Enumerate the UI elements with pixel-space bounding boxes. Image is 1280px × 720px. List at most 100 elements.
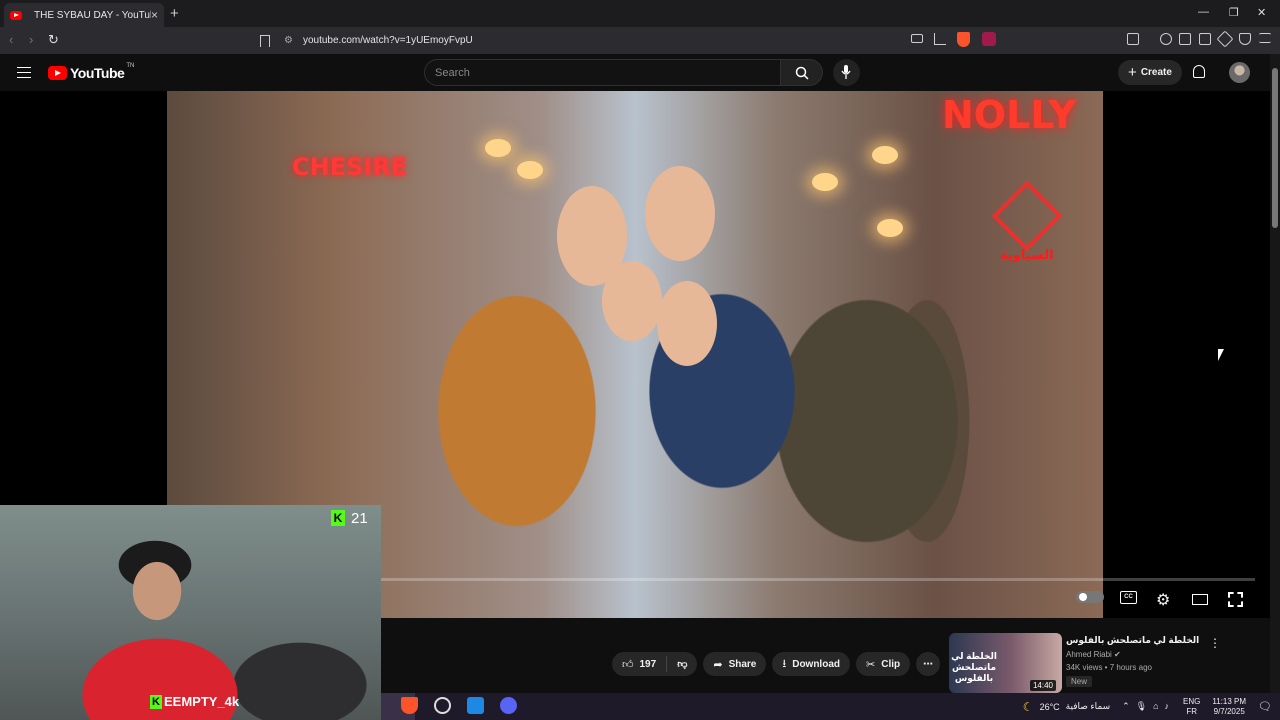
voice-search-button[interactable] [833,59,860,86]
media-icon[interactable] [1160,33,1172,45]
page-scrollbar[interactable] [1270,54,1280,694]
youtube-logo[interactable]: YouTube TN [48,63,135,81]
youtube-favicon-icon [10,10,22,20]
forward-button[interactable]: › [29,32,33,47]
reload-button[interactable]: ↻ [48,32,59,48]
plus-icon: + [1128,64,1137,81]
share-page-icon[interactable] [934,33,946,45]
window-close-button[interactable]: ✕ [1257,6,1266,19]
discord-taskbar-icon[interactable] [500,697,517,714]
sidebar-icon[interactable] [1179,33,1191,45]
download-button[interactable]: ⭳ Download [772,652,850,676]
bookmark-icon[interactable] [260,34,270,47]
url-text[interactable]: youtube.com/watch?v=1yUEmoyFvpU [303,35,473,46]
language-indicator[interactable]: ENG FR [1183,697,1200,717]
video-actions: 👍︎ 197 👎︎ ➦ Share ⭳ Download ✂ Clip ⋯ [612,652,941,676]
kick-icon: K [150,694,162,709]
like-icon: 👍︎ [622,658,634,671]
windows-taskbar: ☾ 26°C سماء صافية ⌃🎙︎⌂♪ ENG FR 11:13 PM 9/… [381,693,1280,720]
download-label: Download [792,658,840,670]
clip-icon: ✂ [866,658,876,671]
theater-mode-icon[interactable] [1192,594,1208,605]
address-bar[interactable]: ⚙ youtube.com/watch?v=1yUEmoyFvpU [250,30,1005,51]
shop-sign-left: CHESIRE [292,153,408,181]
create-label: Create [1140,67,1172,78]
autoplay-toggle[interactable] [1076,591,1104,603]
brave-rewards-icon[interactable] [982,32,996,46]
browser-menu-icon[interactable] [1259,33,1271,43]
app-taskbar-icon[interactable] [467,697,484,714]
streamer-name-tag: K EEMPTY_4k [150,694,239,709]
search-button[interactable] [781,59,823,86]
browser-tab-strip: THE SYBAU DAY - YouTube × + — ❐ ✕ [0,0,1280,27]
system-tray: ☾ 26°C سماء صافية ⌃🎙︎⌂♪ ENG FR 11:13 PM 9/… [1023,693,1280,720]
create-button[interactable]: + Create [1118,60,1182,85]
restore-button[interactable]: ❐ [1229,6,1239,19]
tab-close-icon[interactable]: × [151,8,158,22]
closed-captions-icon[interactable]: CC [1120,591,1137,604]
recommended-title[interactable]: الخلطة لي ماتصلحش بالفلوس [1066,635,1199,646]
kebab-menu-icon[interactable]: ⋮ [1209,636,1221,650]
minimize-button[interactable]: — [1198,6,1209,18]
search-input[interactable]: Search [424,59,781,86]
dislike-button[interactable]: 👎︎ [667,658,697,670]
tab-manager-icon[interactable] [1127,33,1139,45]
weather-condition[interactable]: سماء صافية [1066,701,1110,712]
verified-icon: ✔ [1114,650,1121,659]
streamer-name: EEMPTY_4k [164,694,240,709]
video-progress-bar[interactable] [381,578,1255,581]
browser-tab-youtube[interactable]: THE SYBAU DAY - YouTube × [4,3,164,27]
download-icon: ⭳ [782,657,787,670]
like-count: 197 [639,658,657,670]
shop-sign-right: NOLLY [942,93,1077,137]
viewer-count: 21 [351,509,368,527]
avatar[interactable] [1229,62,1250,83]
fullscreen-icon[interactable] [1228,592,1243,607]
recommended-meta: 34K views • 7 hours ago [1066,663,1152,672]
weather-temp[interactable]: 26°C [1040,702,1060,712]
bell-icon[interactable] [1193,65,1205,78]
notification-icon[interactable]: 🗨︎ [1258,700,1272,713]
logo-country-code: TN [126,63,135,69]
tray-icons[interactable]: ⌃🎙︎⌂♪ [1122,701,1175,712]
new-tab-button[interactable]: + [170,5,179,22]
vpn-icon[interactable] [1239,33,1251,45]
wallet-icon[interactable] [1199,33,1211,45]
kick-icon: K [331,510,345,526]
back-button[interactable]: ‹ [9,32,13,47]
youtube-play-logo-icon [48,66,67,80]
viewer-count-badge: K 21 [331,508,368,528]
share-button[interactable]: ➦ Share [703,652,767,676]
more-actions-button[interactable]: ⋯ [916,652,941,676]
browser-toolbar: ‹ › ↻ ⚙ youtube.com/watch?v=1yUEmoyFvpU [0,27,1280,54]
youtube-logo-text: YouTube [70,65,125,81]
obs-taskbar-icon[interactable] [434,697,451,714]
moon-icon: ☾ [1022,699,1034,714]
dislike-icon: 👎︎ [677,659,688,670]
clip-button[interactable]: ✂ Clip [856,652,911,676]
recommended-video-card[interactable]: الخلطة لي ماتصلحش بالفلوس 14:40 الخلطة ل… [949,633,1249,693]
settings-icon[interactable]: ⚙ [1156,590,1170,610]
watermark-logo-icon [991,180,1063,252]
mouse-cursor-icon [1218,349,1228,361]
streamer-webcam [0,505,381,720]
like-button[interactable]: 👍︎ 197 [612,656,668,672]
search-icon [795,66,809,80]
recommended-thumbnail[interactable]: الخلطة لي ماتصلحش بالفلوس 14:40 [949,633,1062,693]
clock[interactable]: 11:13 PM 9/7/2025 [1212,697,1246,717]
like-dislike-group: 👍︎ 197 👎︎ [612,652,698,676]
tab-title: THE SYBAU DAY - YouTube [34,9,151,21]
site-info-icon[interactable]: ⚙ [284,35,293,46]
clip-label: Clip [881,658,901,670]
share-label: Share [728,658,757,670]
cast-icon[interactable] [911,34,923,43]
guide-menu-icon[interactable] [17,67,31,78]
youtube-header: YouTube TN Search + Create [0,54,1270,91]
brave-shields-icon[interactable] [957,32,970,47]
channel-watermark: السياوية [991,180,1063,263]
mic-icon [841,65,851,79]
recommended-channel[interactable]: Ahmed Riabi ✔ [1066,650,1121,659]
share-icon: ➦ [713,658,723,671]
new-badge: New [1066,676,1093,687]
brave-taskbar-icon[interactable] [401,697,418,714]
